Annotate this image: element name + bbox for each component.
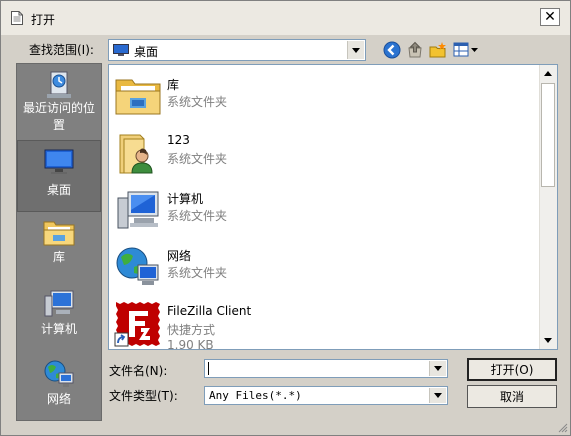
place-desktop[interactable]: 桌面 [17, 140, 101, 212]
place-label: 桌面 [46, 183, 71, 197]
chevron-down-icon[interactable] [429, 388, 446, 403]
scroll-up-icon[interactable] [540, 65, 556, 82]
list-item[interactable]: 计算机 系统文件夹 [114, 186, 534, 242]
open-dialog: 打开 ✕ 查找范围(I): 桌面 最近访问的位置 桌面 库 计算机 网络 库 系… [0, 0, 571, 436]
file-type: 系统文件夹 [167, 95, 228, 109]
file-name: FileZilla Client [167, 304, 252, 318]
file-list[interactable]: 库 系统文件夹 123 系统文件夹 计算机 系统文件夹 网络 系统文件夹 Fil… [108, 64, 558, 350]
filetype-label: 文件类型(T): [109, 389, 178, 403]
back-icon[interactable] [383, 41, 401, 59]
title-bar[interactable]: 打开 ✕ [1, 1, 570, 35]
list-item[interactable]: 123 系统文件夹 [114, 129, 534, 185]
computer-icon [44, 290, 74, 317]
file-type: 系统文件夹 [167, 266, 228, 280]
place-computer[interactable]: 计算机 [17, 288, 101, 348]
filetype-dropdown[interactable]: Any Files(*.*) [204, 386, 448, 405]
filetype-value: Any Files(*.*) [209, 389, 302, 402]
lookin-dropdown[interactable]: 桌面 [108, 39, 366, 61]
file-name: 计算机 [167, 192, 204, 206]
resize-grip-icon[interactable] [556, 421, 568, 433]
file-size: 1.90 KB [167, 338, 214, 350]
filezilla-shortcut-icon [114, 302, 160, 347]
desktop-icon [113, 44, 129, 56]
vertical-scrollbar[interactable] [539, 65, 557, 349]
list-item[interactable]: 网络 系统文件夹 [114, 243, 534, 299]
place-recent[interactable]: 最近访问的位置 [17, 70, 101, 140]
desktop-icon [44, 149, 74, 174]
lookin-label: 查找范围(I): [29, 43, 94, 57]
chevron-down-icon[interactable] [429, 361, 446, 376]
place-library[interactable]: 库 [17, 216, 101, 276]
text-caret [208, 362, 209, 375]
places-bar: 最近访问的位置 桌面 库 计算机 网络 [16, 63, 102, 421]
filename-label: 文件名(N): [109, 364, 168, 378]
filename-input[interactable] [204, 359, 448, 378]
file-name: 123 [167, 133, 190, 147]
user-folder-icon [119, 134, 153, 174]
close-icon: ✕ [544, 9, 556, 25]
scroll-down-icon[interactable] [540, 332, 556, 349]
open-button[interactable]: 打开(O) [467, 358, 557, 381]
file-type: 系统文件夹 [167, 152, 228, 166]
file-type: 系统文件夹 [167, 209, 228, 223]
recent-places-icon [47, 71, 71, 98]
lookin-value: 桌面 [134, 45, 159, 59]
place-label: 库 [52, 250, 65, 264]
place-label: 计算机 [40, 322, 77, 336]
place-label: 网络 [46, 392, 71, 406]
computer-icon [117, 191, 159, 229]
place-network[interactable]: 网络 [17, 358, 101, 418]
up-folder-icon[interactable] [406, 41, 424, 59]
network-icon [116, 247, 159, 285]
place-label: 最近访问的位置 [22, 101, 95, 132]
library-icon [43, 221, 75, 246]
library-folder-icon [115, 79, 161, 115]
new-folder-icon[interactable] [429, 41, 447, 59]
view-menu-icon[interactable] [453, 41, 479, 59]
scroll-thumb[interactable] [541, 83, 555, 187]
file-name: 网络 [167, 249, 192, 263]
dialog-title: 打开 [31, 13, 56, 27]
close-button[interactable]: ✕ [540, 8, 560, 26]
cancel-button[interactable]: 取消 [467, 385, 557, 408]
document-icon [11, 11, 23, 25]
chevron-down-icon[interactable] [347, 41, 364, 59]
network-icon [44, 360, 74, 387]
list-item[interactable]: 库 系统文件夹 [114, 72, 534, 128]
list-item[interactable]: FileZilla Client 快捷方式 1.90 KB [114, 300, 534, 350]
file-name: 库 [167, 78, 180, 92]
file-type: 快捷方式 [167, 323, 216, 337]
